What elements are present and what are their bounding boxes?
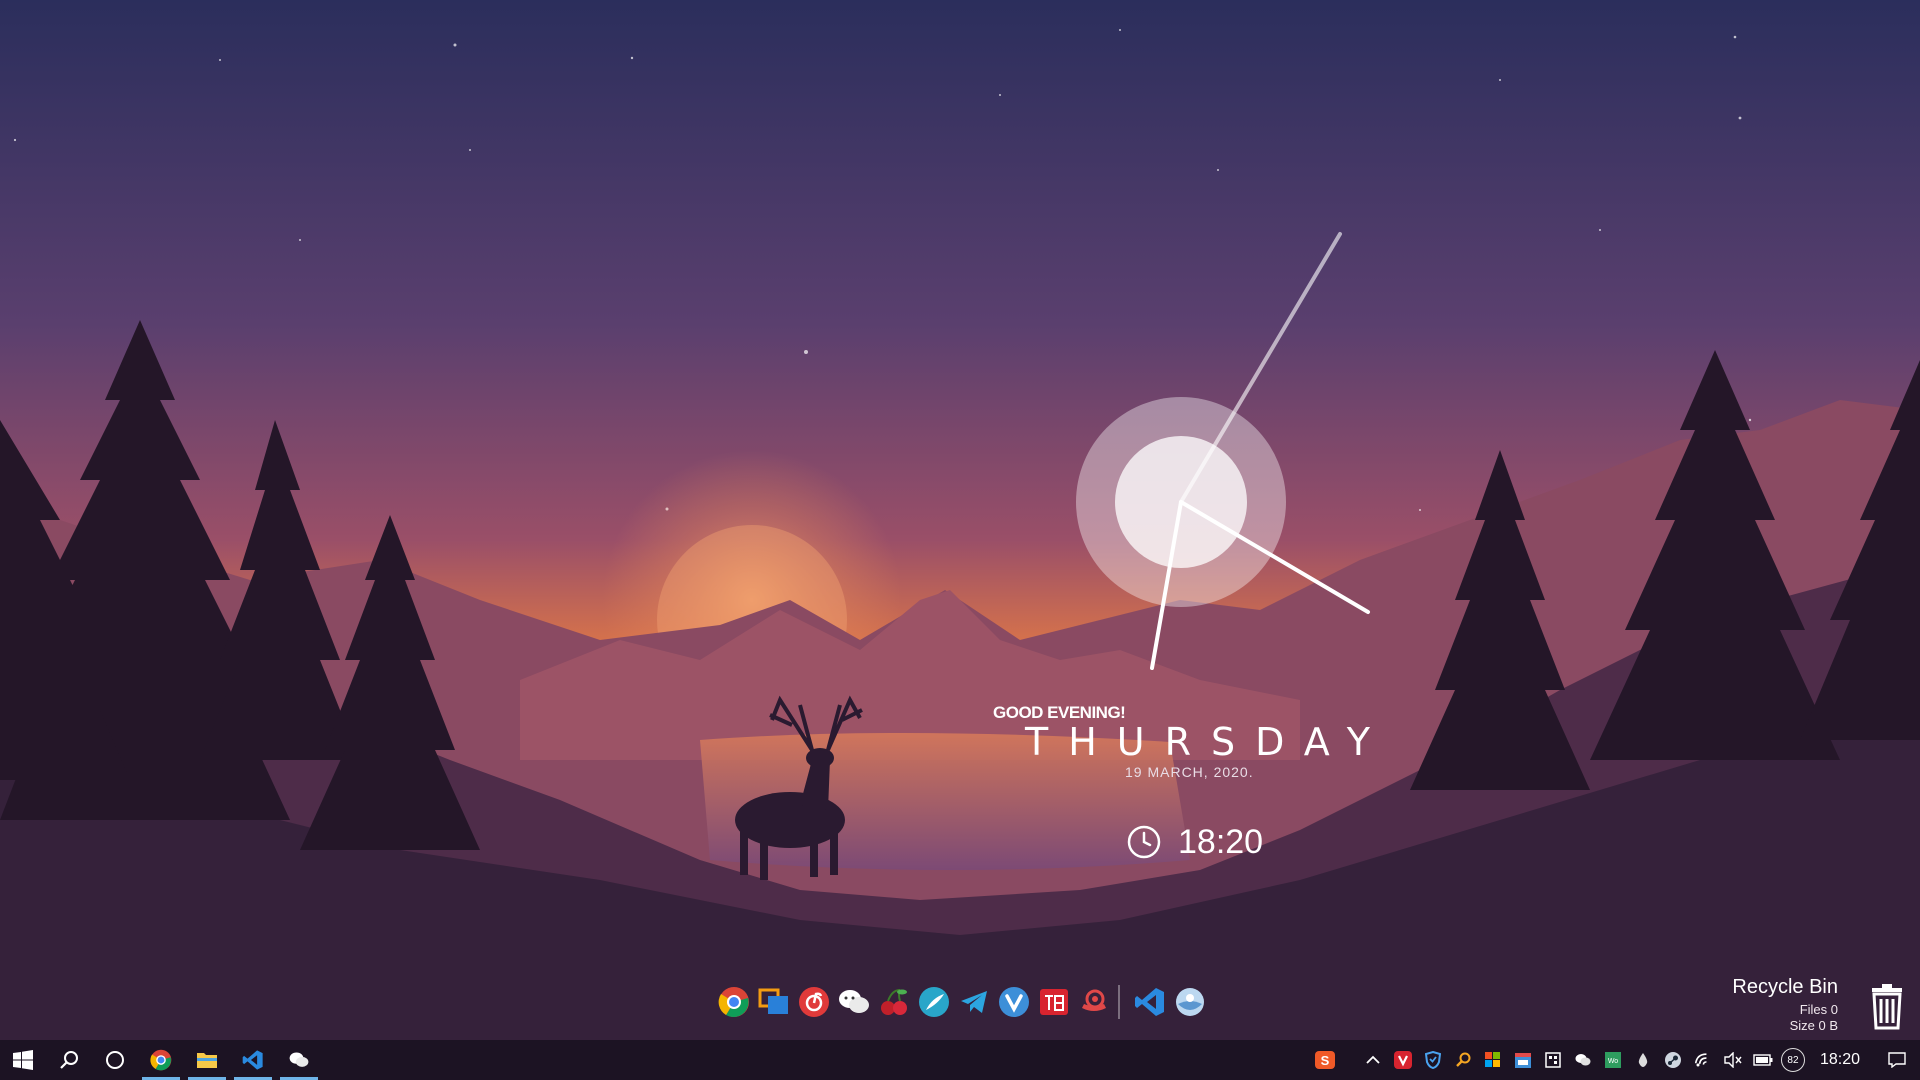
disk-cleaner-icon[interactable] [1170,982,1210,1022]
vivaldi-icon[interactable] [994,982,1034,1022]
taskbar-clock[interactable]: 18:20 [1808,1051,1874,1069]
taskbar: S Wo 82 18:20 [0,1040,1920,1080]
sogou-input-icon[interactable]: S [1310,1040,1340,1080]
calendar-icon[interactable] [1508,1040,1538,1080]
cherry-icon[interactable] [874,982,914,1022]
cortana-icon[interactable] [92,1040,138,1080]
vivaldi-tray-icon[interactable] [1388,1040,1418,1080]
windows-icon[interactable] [0,1040,46,1080]
wifi-icon[interactable] [1688,1040,1718,1080]
taskbar-vscode-icon[interactable] [230,1040,276,1080]
volume-muted-icon[interactable] [1718,1040,1748,1080]
file-explorer-icon[interactable] [184,1040,230,1080]
system-tray: S Wo 82 18:20 [1310,1040,1920,1080]
badge-value: 82 [1780,1048,1805,1072]
recycle-bin-title: Recycle Bin [1732,976,1838,998]
word-icon[interactable]: Wo [1598,1040,1628,1080]
drop-icon[interactable] [1628,1040,1658,1080]
svg-text:Wo: Wo [1608,1058,1618,1065]
trash-icon [1872,984,1902,1030]
shield-icon[interactable] [1418,1040,1448,1080]
digital-time: 18:20 [1178,822,1264,861]
date-text: 19 MARCH, 2020. [1125,764,1254,780]
steam-icon[interactable] [1658,1040,1688,1080]
svg-text:S: S [1321,1053,1330,1068]
wechat-tray-icon[interactable] [1568,1040,1598,1080]
digital-clock: 18:20 [1126,820,1263,864]
clock-icon [1127,825,1161,859]
snail-icon[interactable] [1074,982,1114,1022]
show-hidden-icons-chevron[interactable] [1358,1040,1388,1080]
recycle-bin-size: Size 0 B [1789,1018,1838,1033]
day-name: THURSDAY [1025,720,1390,764]
notification-icon[interactable] [1874,1040,1920,1080]
recycle-bin[interactable]: Recycle Bin Files 0 Size 0 B [1706,974,1906,1034]
recycle-bin-files: Files 0 [1799,1002,1838,1017]
qr-icon[interactable] [1538,1040,1568,1080]
taskbar-chrome-icon[interactable] [138,1040,184,1080]
wechat-icon[interactable] [834,982,874,1022]
chrome-icon[interactable] [714,982,754,1022]
remote-desktop-icon[interactable] [754,982,794,1022]
feather-browser-icon[interactable] [914,982,954,1022]
search-tool-icon[interactable] [1448,1040,1478,1080]
vscode-icon[interactable] [1130,982,1170,1022]
battery-icon[interactable] [1748,1040,1778,1080]
telegram-icon[interactable] [954,982,994,1022]
app-dock [714,980,1210,1024]
windows-store-icon[interactable] [1478,1040,1508,1080]
netease-music-icon[interactable] [794,982,834,1022]
badge-counter[interactable]: 82 [1778,1040,1808,1080]
search-icon[interactable] [46,1040,92,1080]
mail-icon[interactable] [1034,982,1074,1022]
dock-separator [1118,985,1120,1019]
taskbar-wechat-icon[interactable] [276,1040,322,1080]
desktop-wallpaper [0,0,1920,1080]
